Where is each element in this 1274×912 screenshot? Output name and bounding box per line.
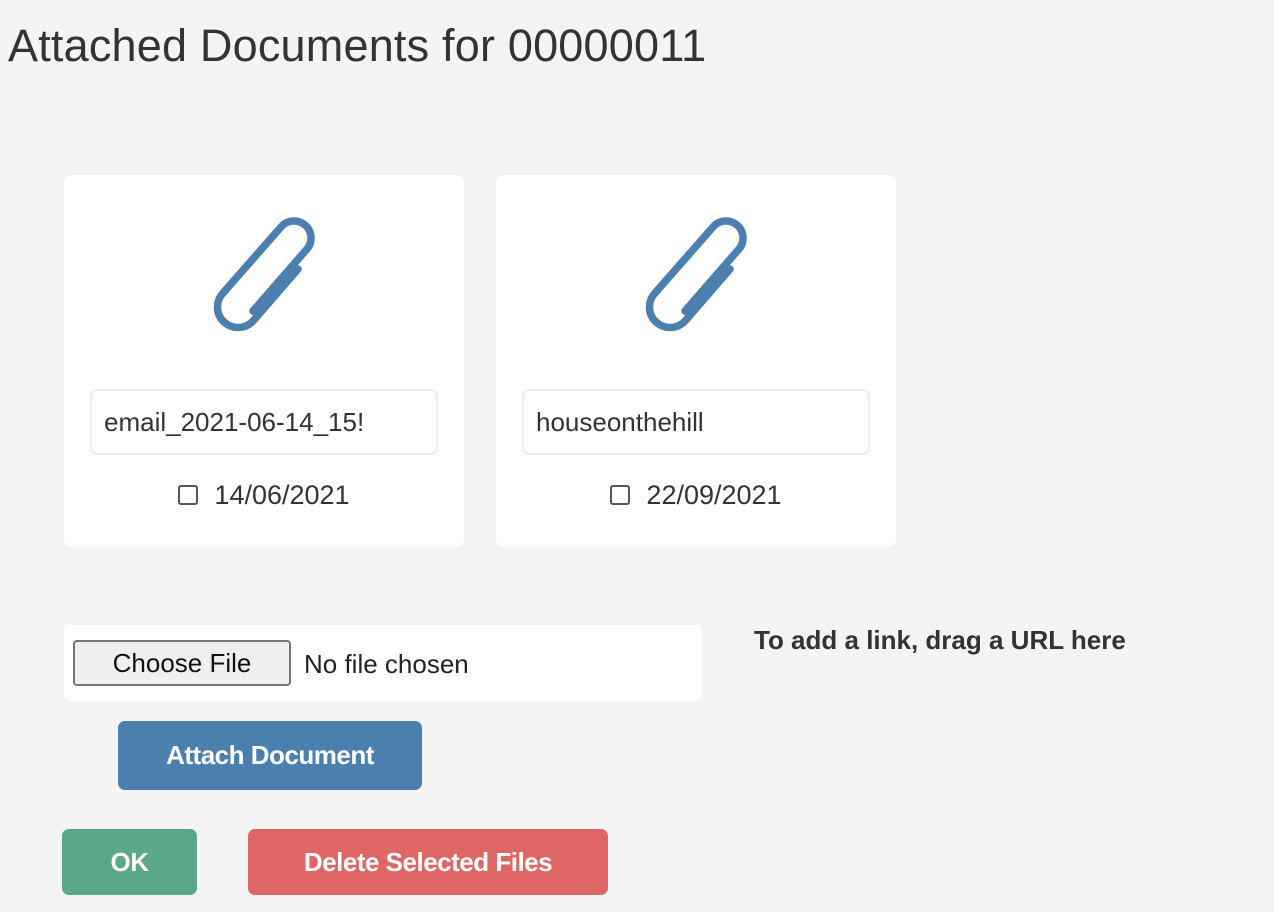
no-file-chosen-text: No file chosen xyxy=(304,649,469,679)
document-date-row: 14/06/2021 xyxy=(64,475,464,515)
file-upload-field[interactable]: Choose File No file chosen xyxy=(64,625,702,701)
page-title: Attached Documents for 00000011 xyxy=(8,20,707,71)
paperclip-icon xyxy=(645,217,747,332)
document-card[interactable]: 22/09/2021 xyxy=(496,175,896,547)
document-select-checkbox[interactable] xyxy=(178,485,199,505)
ok-button[interactable]: OK xyxy=(62,829,197,895)
document-filename-input[interactable] xyxy=(90,389,438,455)
document-date: 14/06/2021 xyxy=(214,479,350,510)
document-date: 22/09/2021 xyxy=(646,479,782,510)
attach-document-button[interactable]: Attach Document xyxy=(118,721,422,790)
document-date-row: 22/09/2021 xyxy=(496,475,896,515)
delete-selected-files-button[interactable]: Delete Selected Files xyxy=(248,829,608,895)
paperclip-icon xyxy=(213,217,315,332)
document-card[interactable]: 14/06/2021 xyxy=(64,175,464,547)
choose-file-button[interactable]: Choose File xyxy=(73,640,291,686)
document-select-checkbox[interactable] xyxy=(610,485,631,505)
drag-url-hint[interactable]: To add a link, drag a URL here xyxy=(754,625,1126,656)
document-filename-input[interactable] xyxy=(522,389,870,455)
